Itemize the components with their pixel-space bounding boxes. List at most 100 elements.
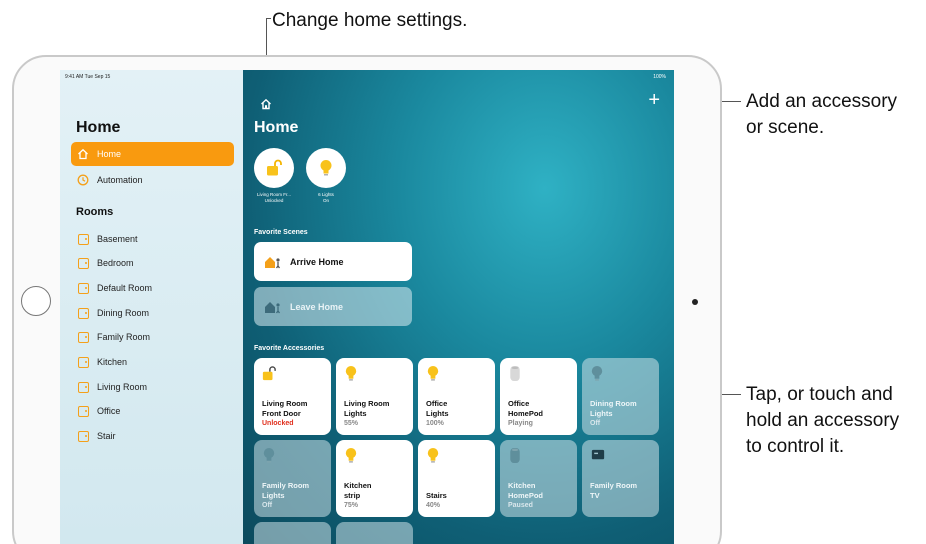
sidebar-item-kitchen[interactable]: Kitchen [71,350,234,374]
accessory-tile-family-room-lights[interactable]: Family Room Lights Off [254,440,331,517]
sidebar-item-label: Dining Room [97,308,150,318]
sidebar-item-label: Default Room [97,283,153,293]
accessory-name: Family Room [590,481,638,490]
sidebar-item-basement[interactable]: Basement [71,227,234,251]
accessory-name-2: Lights [344,409,367,418]
status-lock[interactable]: Living Room Fr... Unlocked [254,148,294,204]
accessory-tile-stairs[interactable]: Stairs 40% [418,440,495,517]
accessory-name: Stairs [426,491,447,500]
accessory-name-2: Front Door [262,409,301,418]
sidebar-item-home[interactable]: Home [71,142,234,166]
favorite-scenes-header: Favorite Scenes [254,229,308,236]
sidebar-item-dining-room[interactable]: Dining Room [71,301,234,325]
room-icon [77,405,89,417]
home-settings-icon[interactable] [260,97,272,110]
sidebar-item-family-room[interactable]: Family Room [71,325,234,349]
callout-tap-accessory-line3: to control it. [746,436,845,457]
accessory-name-2: strip [344,491,361,500]
accessory-tile-office-homepod[interactable]: Office HomePod Playing [500,358,577,435]
callout-tap-accessory-line2: hold an accessory [746,410,900,431]
lightbulb-icon [591,365,603,381]
lightbulb-icon [263,447,275,463]
status-label-state: Unlocked [264,198,284,203]
leave-home-icon [265,301,281,313]
sidebar-title: Home [76,119,121,136]
sidebar-item-label: Stair [97,431,116,441]
sidebar-item-bedroom[interactable]: Bedroom [71,251,234,275]
accessory-tile-kitchen-strip[interactable]: Kitchen strip 75% [336,440,413,517]
accessory-name-2: Lights [262,491,285,500]
accessory-tile-living-room-front-door[interactable]: Living Room Front Door Unlocked [254,358,331,435]
scene-label: Arrive Home [290,256,344,267]
accessory-tile-office-lights[interactable]: Office Lights 100% [418,358,495,435]
sidebar-item-label: Home [97,149,122,159]
room-icon [77,381,89,393]
leader-line-home-settings-tick [266,18,271,19]
page-title: Home [254,119,299,136]
accessory-name: Living Room [344,399,390,408]
room-icon [77,430,89,442]
accessory-name-2: HomePod [508,409,544,418]
accessory-name: Living Room [262,399,308,408]
status-battery: 100% [653,74,666,80]
status-lights[interactable]: 6 Lights On [306,148,346,204]
main-panel: 100% + Home Living Room Fr... Unlocked 6… [243,70,674,544]
accessory-name-2: Lights [590,409,613,418]
room-icon [77,282,89,294]
sidebar: 9:41 AM Tue Sep 15 Home Home Automation … [60,70,243,544]
accessory-tile-partial[interactable] [254,522,331,544]
callout-tap-accessory-line1: Tap, or touch and [746,384,893,405]
lightbulb-icon [345,365,357,381]
ipad-screen: 9:41 AM Tue Sep 15 Home Home Automation … [60,70,674,544]
accessory-name-2: HomePod [508,491,544,500]
accessory-name-2: TV [590,491,600,500]
callout-home-settings: Change home settings. [272,10,468,31]
accessory-state: Playing [508,420,533,427]
accessory-state: Off [590,420,601,427]
sidebar-item-label: Office [97,406,121,416]
favorite-accessories-header: Favorite Accessories [254,345,325,352]
accessory-name: Kitchen [508,481,536,490]
sidebar-item-default-room[interactable]: Default Room [71,276,234,300]
sidebar-item-automation[interactable]: Automation [71,168,234,192]
accessory-name: Family Room [262,481,310,490]
room-icon [77,307,89,319]
unlocked-lock-icon [267,159,282,176]
ipad-home-button[interactable] [21,286,51,316]
accessory-tile-dining-room-lights[interactable]: Dining Room Lights Off [582,358,659,435]
rooms-header: Rooms [76,206,114,218]
status-label-state: On [322,198,329,203]
lightbulb-icon [427,365,439,381]
accessory-name: Office [426,399,448,408]
accessory-tile-family-room-tv[interactable]: Family Room TV [582,440,659,517]
accessory-tile-living-room-lights[interactable]: Living Room Lights 55% [336,358,413,435]
add-button[interactable]: + [648,90,660,110]
sidebar-item-label: Automation [97,175,143,185]
sidebar-item-label: Kitchen [97,357,128,367]
scene-leave-home[interactable]: Leave Home [254,287,412,326]
accessory-name: Kitchen [344,481,372,490]
accessory-name-2: Lights [426,409,449,418]
homepod-icon [510,447,520,464]
accessory-name: Office [508,399,530,408]
room-icon [77,257,89,269]
accessory-tile-partial[interactable] [336,522,413,544]
lightbulb-icon [345,447,357,463]
unlocked-lock-icon [262,366,276,381]
sidebar-item-living-room[interactable]: Living Room [71,375,234,399]
sidebar-item-stair[interactable]: Stair [71,424,234,448]
accessory-state: 55% [344,420,359,427]
sidebar-item-label: Living Room [97,382,148,392]
accessory-name: Dining Room [590,399,637,408]
accessory-tile-kitchen-homepod[interactable]: Kitchen HomePod Paused [500,440,577,517]
accessory-state: 75% [344,502,359,509]
accessory-state: 100% [426,420,444,427]
homepod-icon [510,365,520,382]
room-icon [77,356,89,368]
clock-icon [77,174,89,186]
lightbulb-icon [320,160,332,176]
room-icon [77,233,89,245]
scene-arrive-home[interactable]: Arrive Home [254,242,412,281]
accessory-state: 40% [426,502,441,509]
sidebar-item-office[interactable]: Office [71,399,234,423]
